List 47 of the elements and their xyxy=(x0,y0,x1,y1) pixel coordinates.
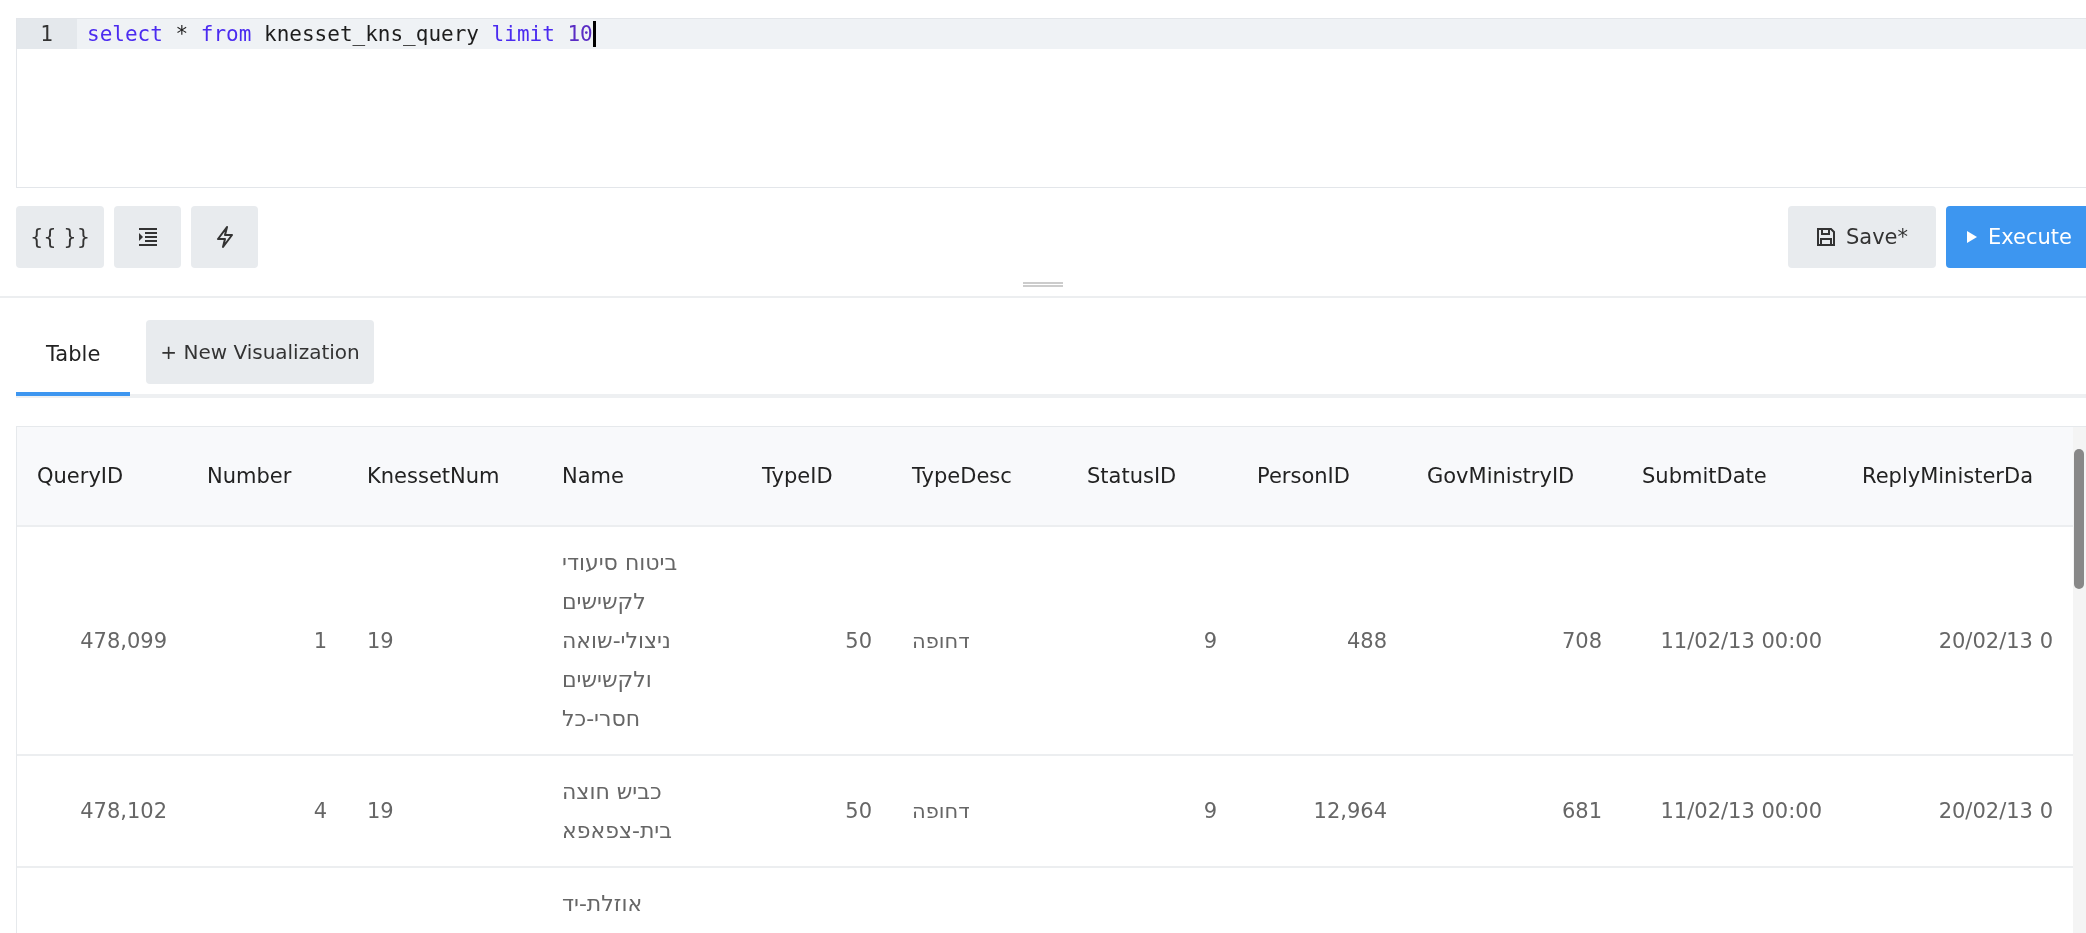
column-header[interactable]: StatusID xyxy=(1067,427,1237,526)
table-cell: 9 xyxy=(1067,755,1237,867)
template-button[interactable]: {{ }} xyxy=(16,206,104,268)
code-line: select * from knesset_kns_query limit 10 xyxy=(86,22,593,46)
column-header[interactable]: KnessetNum xyxy=(347,427,542,526)
table-cell: כביש חוצה בית-צפאפא xyxy=(542,755,742,867)
table-cell: 478,099 xyxy=(17,526,187,755)
lightning-icon xyxy=(215,226,234,248)
table-cell: 11/02/13 00:00 xyxy=(1622,755,1842,867)
table-cell: 19 xyxy=(347,526,542,755)
play-icon xyxy=(1966,230,1978,244)
column-header[interactable]: QueryID xyxy=(17,427,187,526)
save-button[interactable]: Save* xyxy=(1788,206,1936,268)
resize-handle[interactable] xyxy=(1023,282,1063,287)
table-cell: דחופה xyxy=(892,526,1067,755)
table-cell: 1 xyxy=(187,526,347,755)
column-header[interactable]: SubmitDate xyxy=(1622,427,1842,526)
table-cell: דחופה xyxy=(892,755,1067,867)
table-cell: 681 xyxy=(1407,755,1622,867)
column-header[interactable]: PersonID xyxy=(1237,427,1407,526)
table-cell: 12,964 xyxy=(1237,755,1407,867)
indent-icon xyxy=(137,227,158,247)
table-cell: 11/02/13 00:00 xyxy=(1622,526,1842,755)
table-cell: 19 xyxy=(347,755,542,867)
lightning-button[interactable] xyxy=(191,206,258,268)
code-editor[interactable]: 1 select * from knesset_kns_query limit 10 xyxy=(16,18,2086,188)
column-header[interactable]: TypeID xyxy=(742,427,892,526)
column-header[interactable]: TypeDesc xyxy=(892,427,1067,526)
column-header[interactable]: Name xyxy=(542,427,742,526)
table-cell: 708 xyxy=(1407,526,1622,755)
new-visualization-button[interactable]: + New Visualization xyxy=(146,320,374,384)
tab[interactable]: Table xyxy=(16,316,131,396)
table-cell: 478,102 xyxy=(17,755,187,867)
column-header[interactable]: Number xyxy=(187,427,347,526)
table-cell: 4 xyxy=(187,755,347,867)
table-cell: אוזלת-יד xyxy=(542,867,742,933)
table-cell: 50 xyxy=(742,755,892,867)
line-number: 1 xyxy=(17,19,77,49)
table-cell: 488 xyxy=(1237,526,1407,755)
column-header[interactable]: GovMinistryID xyxy=(1407,427,1622,526)
column-header[interactable]: ReplyMinisterDa xyxy=(1842,427,2073,526)
table-cell: ביטוח סיעודי לקשישים ניצולי-שואה ולקשישים חסרי-כל xyxy=(542,526,742,755)
table-cell: 9 xyxy=(1067,526,1237,755)
scrollbar[interactable] xyxy=(2073,427,2086,933)
indent-button[interactable] xyxy=(114,206,181,268)
table-cell: 50 xyxy=(742,526,892,755)
scrollbar-thumb[interactable] xyxy=(2074,449,2084,589)
